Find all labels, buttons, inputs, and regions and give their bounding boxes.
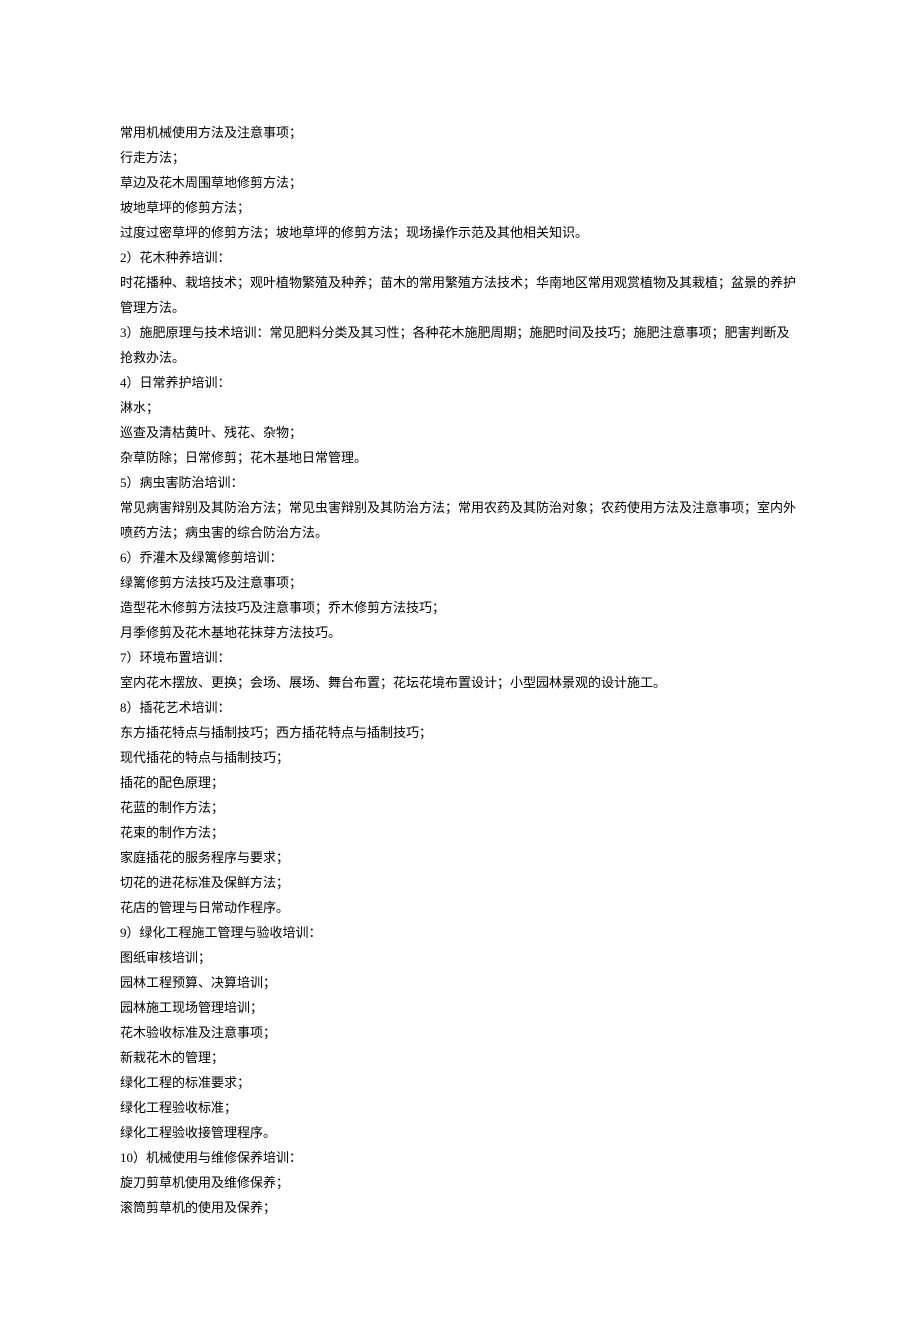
text-line: 园林施工现场管理培训； [120, 995, 800, 1020]
text-line: 新栽花木的管理； [120, 1045, 800, 1070]
text-line: 绿篱修剪方法技巧及注意事项； [120, 570, 800, 595]
text-line: 月季修剪及花木基地花抹芽方法技巧。 [120, 620, 800, 645]
document-page: 常用机械使用方法及注意事项； 行走方法； 草边及花木周围草地修剪方法； 坡地草坪… [0, 0, 920, 1340]
text-line: 4）日常养护培训： [120, 370, 800, 395]
text-line: 常用机械使用方法及注意事项； [120, 120, 800, 145]
text-line: 5）病虫害防治培训： [120, 470, 800, 495]
text-line: 9）绿化工程施工管理与验收培训： [120, 920, 800, 945]
text-line: 淋水； [120, 395, 800, 420]
text-line: 花束的制作方法； [120, 820, 800, 845]
text-line: 室内花木摆放、更换；会场、展场、舞台布置；花坛花境布置设计；小型园林景观的设计施… [120, 670, 800, 695]
text-line: 巡查及清枯黄叶、残花、杂物； [120, 420, 800, 445]
text-line: 绿化工程验收标准； [120, 1095, 800, 1120]
text-line: 坡地草坪的修剪方法； [120, 195, 800, 220]
text-line: 花木验收标准及注意事项； [120, 1020, 800, 1045]
text-line: 园林工程预算、决算培训； [120, 970, 800, 995]
text-line: 8）插花艺术培训： [120, 695, 800, 720]
text-line: 时花播种、栽培技术；观叶植物繁殖及种养；苗木的常用繁殖方法技术；华南地区常用观赏… [120, 270, 800, 320]
text-line: 图纸审核培训； [120, 945, 800, 970]
text-line: 滚筒剪草机的使用及保养； [120, 1195, 800, 1220]
text-line: 旋刀剪草机使用及维修保养； [120, 1170, 800, 1195]
text-line: 东方插花特点与插制技巧；西方插花特点与插制技巧； [120, 720, 800, 745]
text-line: 插花的配色原理； [120, 770, 800, 795]
text-line: 过度过密草坪的修剪方法；坡地草坪的修剪方法；现场操作示范及其他相关知识。 [120, 220, 800, 245]
text-line: 2）花木种养培训： [120, 245, 800, 270]
text-line: 绿化工程验收接管理程序。 [120, 1120, 800, 1145]
text-line: 现代插花的特点与插制技巧； [120, 745, 800, 770]
text-line: 切花的进花标准及保鲜方法； [120, 870, 800, 895]
text-line: 常见病害辩别及其防治方法；常见虫害辩别及其防治方法；常用农药及其防治对象；农药使… [120, 495, 800, 545]
text-line: 绿化工程的标准要求； [120, 1070, 800, 1095]
text-line: 花蓝的制作方法； [120, 795, 800, 820]
text-line: 草边及花木周围草地修剪方法； [120, 170, 800, 195]
text-line: 3）施肥原理与技术培训：常见肥料分类及其习性；各种花木施肥周期；施肥时间及技巧；… [120, 320, 800, 370]
text-line: 10）机械使用与维修保养培训： [120, 1145, 800, 1170]
text-line: 7）环境布置培训： [120, 645, 800, 670]
text-line: 6）乔灌木及绿篱修剪培训： [120, 545, 800, 570]
text-line: 造型花木修剪方法技巧及注意事项；乔木修剪方法技巧； [120, 595, 800, 620]
text-line: 家庭插花的服务程序与要求； [120, 845, 800, 870]
text-line: 花店的管理与日常动作程序。 [120, 895, 800, 920]
text-line: 行走方法； [120, 145, 800, 170]
text-line: 杂草防除；日常修剪；花木基地日常管理。 [120, 445, 800, 470]
